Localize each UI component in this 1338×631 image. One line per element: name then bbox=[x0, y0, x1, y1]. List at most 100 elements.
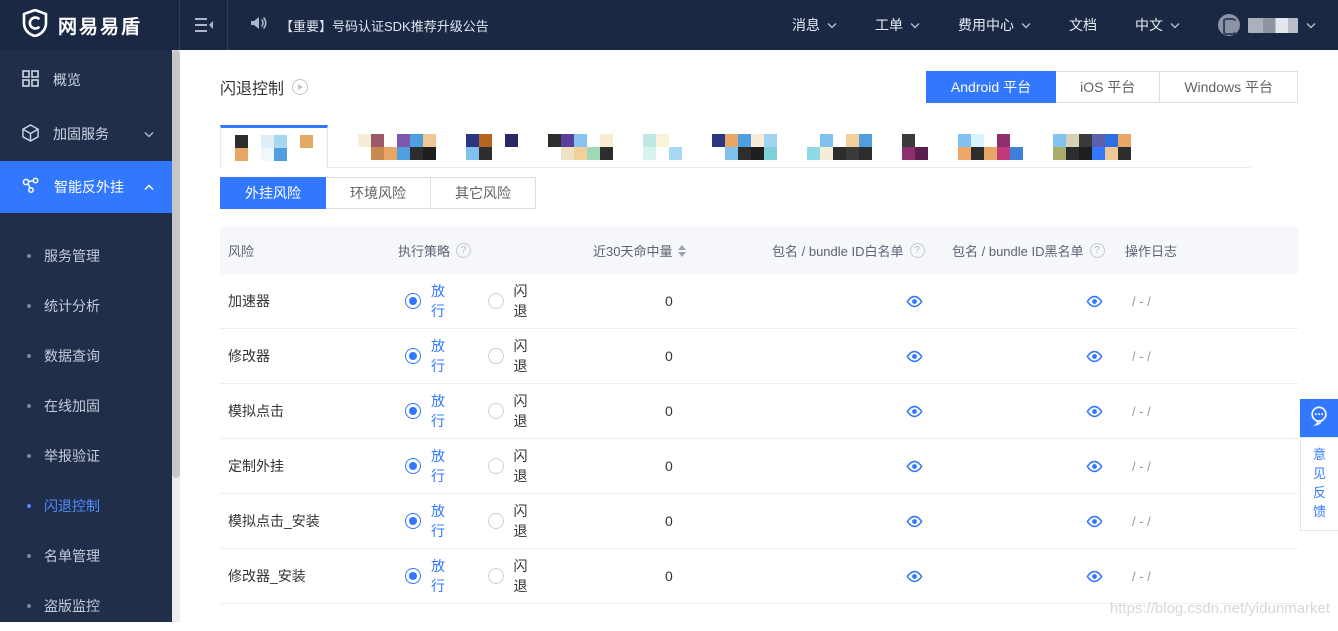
chevron-down-icon bbox=[1306, 22, 1316, 29]
sidebar-item-0[interactable]: 概览 bbox=[0, 53, 172, 107]
radio-unselected-icon[interactable] bbox=[488, 568, 504, 584]
radio-闪退[interactable]: 闪退 bbox=[488, 281, 539, 321]
radio-unselected-icon[interactable] bbox=[488, 348, 504, 364]
radio-闪退[interactable]: 闪退 bbox=[488, 556, 539, 596]
radio-selected-icon[interactable] bbox=[405, 348, 421, 364]
sidebar-scrollbar-thumb[interactable] bbox=[172, 50, 180, 478]
app-tab-2-redacted[interactable] bbox=[466, 134, 518, 160]
topbar-nav: 消息 工单 费用中心 文档 中文 bbox=[792, 14, 1338, 36]
risk-tab-2[interactable]: 其它风险 bbox=[431, 177, 536, 209]
topnav-item-4[interactable]: 中文 bbox=[1135, 15, 1180, 35]
topnav-item-3[interactable]: 文档 bbox=[1069, 15, 1097, 35]
radio-放行[interactable]: 放行 bbox=[405, 336, 456, 376]
help-icon[interactable]: ? bbox=[1090, 243, 1105, 258]
sidebar-subitem-7[interactable]: 盗版监控 bbox=[0, 581, 172, 631]
sidebar-subitem-1[interactable]: 统计分析 bbox=[0, 281, 172, 331]
feedback-button[interactable] bbox=[1300, 399, 1338, 437]
app-tab-5-redacted[interactable] bbox=[712, 134, 777, 160]
bullet-icon bbox=[27, 304, 31, 308]
user-menu[interactable] bbox=[1218, 14, 1316, 36]
sidebar-subitem-0[interactable]: 服务管理 bbox=[0, 231, 172, 281]
topnav-item-0[interactable]: 消息 bbox=[792, 15, 837, 35]
strategy-radios: 放行闪退 bbox=[390, 281, 570, 321]
sidebar-subitem-6[interactable]: 名单管理 bbox=[0, 531, 172, 581]
radio-selected-icon[interactable] bbox=[405, 293, 421, 309]
sidebar-item-1[interactable]: 加固服务 bbox=[0, 107, 172, 161]
feedback-label-button[interactable]: 意见反馈 bbox=[1300, 437, 1338, 531]
topnav-item-2[interactable]: 费用中心 bbox=[958, 15, 1031, 35]
radio-selected-icon[interactable] bbox=[405, 568, 421, 584]
radio-unselected-icon[interactable] bbox=[488, 458, 504, 474]
view-whitelist-eye-icon[interactable] bbox=[906, 350, 923, 363]
radio-闪退[interactable]: 闪退 bbox=[488, 336, 539, 376]
app-tab-4-redacted[interactable] bbox=[643, 134, 682, 160]
shield-logo-icon bbox=[22, 9, 48, 42]
radio-selected-icon[interactable] bbox=[405, 458, 421, 474]
platform-tab-2[interactable]: Windows 平台 bbox=[1160, 71, 1298, 103]
username-redacted bbox=[1248, 18, 1298, 33]
help-icon[interactable]: ? bbox=[910, 243, 925, 258]
app-tab-6-redacted[interactable] bbox=[807, 134, 872, 160]
grid-icon bbox=[22, 70, 39, 90]
hits-value: 0 bbox=[570, 513, 760, 529]
sidebar-subitem-4[interactable]: 举报验证 bbox=[0, 431, 172, 481]
radio-放行[interactable]: 放行 bbox=[405, 281, 456, 321]
app-tab-8-redacted[interactable] bbox=[958, 134, 1023, 160]
logo[interactable]: 网易易盾 bbox=[0, 0, 180, 50]
chevron-down-icon bbox=[827, 22, 837, 29]
sort-icon[interactable] bbox=[678, 245, 686, 257]
view-blacklist-eye-icon[interactable] bbox=[1086, 350, 1103, 363]
radio-放行[interactable]: 放行 bbox=[405, 556, 456, 596]
sidebar-collapse-toggle[interactable] bbox=[180, 0, 228, 50]
radio-unselected-icon[interactable] bbox=[488, 293, 504, 309]
cube-icon bbox=[22, 124, 39, 145]
risk-name: 修改器 bbox=[220, 346, 390, 366]
app-tab-7-redacted[interactable] bbox=[902, 134, 928, 160]
radio-闪退[interactable]: 闪退 bbox=[488, 391, 539, 431]
view-whitelist-eye-icon[interactable] bbox=[906, 295, 923, 308]
radio-放行[interactable]: 放行 bbox=[405, 446, 456, 486]
radio-闪退[interactable]: 闪退 bbox=[488, 446, 539, 486]
radio-unselected-icon[interactable] bbox=[488, 403, 504, 419]
view-whitelist-eye-icon[interactable] bbox=[906, 405, 923, 418]
page-title: 闪退控制 bbox=[220, 75, 284, 99]
help-icon[interactable]: ? bbox=[456, 243, 471, 258]
sidebar-item-2[interactable]: 智能反外挂 bbox=[0, 161, 172, 213]
main-content: 闪退控制 Android 平台iOS 平台Windows 平台 外挂风险环境风险… bbox=[180, 50, 1338, 622]
bullet-icon bbox=[27, 454, 31, 458]
table-row-3: 定制外挂放行闪退0/ - / bbox=[220, 439, 1298, 494]
risk-tab-0[interactable]: 外挂风险 bbox=[220, 177, 326, 209]
col-header-log: 操作日志 bbox=[1120, 241, 1298, 260]
app-tab-0-redacted[interactable] bbox=[220, 125, 328, 168]
radio-闪退[interactable]: 闪退 bbox=[488, 501, 539, 541]
view-blacklist-eye-icon[interactable] bbox=[1086, 460, 1103, 473]
view-whitelist-eye-icon[interactable] bbox=[906, 460, 923, 473]
view-blacklist-eye-icon[interactable] bbox=[1086, 405, 1103, 418]
radio-放行[interactable]: 放行 bbox=[405, 501, 456, 541]
sidebar-subitem-2[interactable]: 数据查询 bbox=[0, 331, 172, 381]
view-whitelist-eye-icon[interactable] bbox=[906, 570, 923, 583]
platform-tab-1[interactable]: iOS 平台 bbox=[1056, 71, 1160, 103]
radio-selected-icon[interactable] bbox=[405, 403, 421, 419]
sidebar-subitem-3[interactable]: 在线加固 bbox=[0, 381, 172, 431]
view-whitelist-eye-icon[interactable] bbox=[906, 515, 923, 528]
topnav-item-1[interactable]: 工单 bbox=[875, 15, 920, 35]
view-blacklist-eye-icon[interactable] bbox=[1086, 570, 1103, 583]
view-blacklist-eye-icon[interactable] bbox=[1086, 515, 1103, 528]
app-tab-9-redacted[interactable] bbox=[1053, 134, 1131, 160]
radio-放行[interactable]: 放行 bbox=[405, 391, 456, 431]
risk-tab-1[interactable]: 环境风险 bbox=[326, 177, 431, 209]
video-help-icon[interactable] bbox=[292, 79, 308, 95]
logo-text: 网易易盾 bbox=[58, 12, 142, 39]
radio-unselected-icon[interactable] bbox=[488, 513, 504, 529]
sidebar-subitem-5[interactable]: 闪退控制 bbox=[0, 481, 172, 531]
platform-tab-0[interactable]: Android 平台 bbox=[926, 71, 1056, 103]
table-row-1: 修改器放行闪退0/ - / bbox=[220, 329, 1298, 384]
risk-tabs: 外挂风险环境风险其它风险 bbox=[220, 177, 1298, 209]
app-tab-1-redacted[interactable] bbox=[358, 134, 436, 160]
view-blacklist-eye-icon[interactable] bbox=[1086, 295, 1103, 308]
radio-selected-icon[interactable] bbox=[405, 513, 421, 529]
strategy-radios: 放行闪退 bbox=[390, 391, 570, 431]
app-tab-3-redacted[interactable] bbox=[548, 134, 613, 160]
announcement-link[interactable]: 【重要】号码认证SDK推荐升级公告 bbox=[280, 16, 489, 35]
